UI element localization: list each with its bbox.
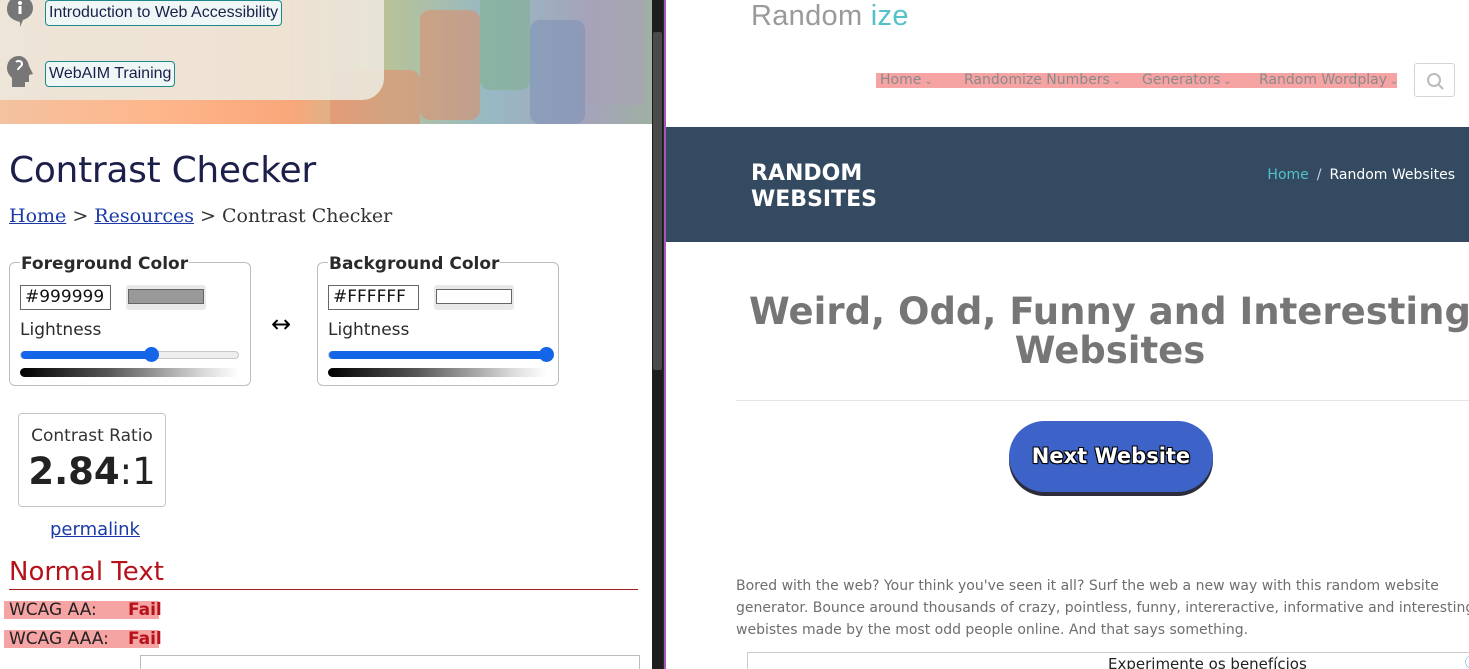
page-title: Contrast Checker [9, 150, 316, 191]
chevron-down-icon: ⌄ [1112, 76, 1122, 87]
breadcrumb-separator: > [72, 205, 89, 227]
slider-fill [21, 351, 152, 359]
site-logo[interactable]: Random ize [751, 0, 909, 33]
randomize-site-pane: Random ize Home ⌄ Randomize Numbers ⌄ Gene… [666, 0, 1469, 669]
chevron-down-icon: ⌄ [1390, 76, 1399, 87]
main-nav: Home ⌄ Randomize Numbers ⌄ Generators ⌄ Ran… [876, 72, 1398, 88]
info-icon [7, 0, 33, 27]
scrollbar-thumb[interactable] [653, 32, 662, 370]
ad-text: Experimente os benefícios [1108, 655, 1307, 669]
contrast-ratio-value: 2.84:1 [28, 450, 156, 493]
slider-handle[interactable] [144, 347, 160, 362]
intro-accessibility-link[interactable]: Introduction to Web Accessibility [45, 0, 283, 26]
breadcrumb-resources-link[interactable]: Resources [94, 205, 194, 227]
divider-line [736, 400, 1469, 401]
background-legend: Background Color [328, 254, 501, 274]
foreground-legend: Foreground Color [20, 254, 190, 274]
breadcrumb-home-link[interactable]: Home [1267, 167, 1308, 183]
contrast-ratio-label: Contrast Ratio [31, 426, 153, 446]
breadcrumb: Home > Resources > Contrast Checker [9, 205, 392, 227]
slider-handle[interactable] [539, 347, 554, 362]
foreground-lightness-slider[interactable] [20, 347, 239, 362]
background-hex-input[interactable]: #FFFFFF [328, 285, 419, 310]
chevron-down-icon: ⌄ [1223, 76, 1232, 87]
page-hero: RANDOM WEBSITES Home / Random Websites [666, 127, 1469, 242]
ad-banner[interactable]: Experimente os benefícios ⓘ ✕ [747, 652, 1469, 669]
sample-text-box[interactable] [140, 655, 640, 669]
nav-item-randomize-numbers[interactable]: Randomize Numbers ⌄ [964, 72, 1121, 88]
contrast-ratio-box: Contrast Ratio 2.84:1 [18, 413, 166, 507]
breadcrumb: Home / Random Websites [1267, 167, 1455, 183]
normal-text-heading: Normal Text [9, 556, 638, 590]
breadcrumb-current: Contrast Checker [222, 205, 393, 227]
background-lightness-label: Lightness [328, 320, 410, 340]
contrast-checker-pane: Introduction to Web Accessibility WebAIM… [0, 0, 652, 669]
breadcrumb-home-link[interactable]: Home [9, 205, 66, 227]
background-color-picker[interactable] [434, 285, 514, 310]
background-swatch [436, 289, 512, 304]
scrollbar[interactable] [652, 0, 663, 669]
lightness-gradient [328, 368, 547, 377]
nav-item-random-wordplay[interactable]: Random Wordplay ⌄ [1259, 72, 1398, 88]
search-icon [1427, 73, 1444, 90]
chevron-down-icon: ⌄ [924, 76, 933, 87]
wcag-aaa-row: WCAG AAA: Fail [4, 629, 162, 649]
slider-fill [329, 351, 546, 359]
hero-title: RANDOM WEBSITES [751, 161, 877, 212]
swap-colors-icon[interactable]: ↔ [271, 310, 291, 338]
search-button[interactable] [1414, 63, 1455, 97]
head-icon [7, 56, 33, 87]
breadcrumb-separator: > [200, 205, 216, 227]
split-divider[interactable] [652, 0, 666, 669]
status-badge: Fail [128, 600, 162, 620]
foreground-color-group: Foreground Color #999999 Lightness [9, 254, 251, 386]
intro-paragraph: Bored with the web? Your think you've se… [736, 578, 1469, 638]
foreground-color-picker[interactable] [126, 285, 206, 310]
header-banner: Introduction to Web Accessibility WebAIM… [0, 0, 652, 124]
foreground-lightness-label: Lightness [20, 320, 102, 340]
permalink-link[interactable]: permalink [50, 519, 140, 540]
foreground-swatch [128, 289, 204, 304]
status-badge: Fail [128, 629, 162, 649]
nav-item-generators[interactable]: Generators ⌄ [1142, 72, 1232, 88]
next-website-button[interactable]: Next Website [1009, 421, 1213, 492]
nav-item-home[interactable]: Home ⌄ [880, 72, 933, 88]
foreground-hex-input[interactable]: #999999 [20, 285, 111, 310]
webaim-training-link[interactable]: WebAIM Training [45, 61, 176, 87]
lightness-gradient [20, 368, 239, 377]
background-lightness-slider[interactable] [328, 347, 554, 362]
ad-close-icon[interactable]: ⓘ ✕ [1465, 652, 1469, 669]
background-color-group: Background Color #FFFFFF Lightness [317, 254, 559, 386]
main-heading: Weird, Odd, Funny and Interesting Websit… [749, 290, 1469, 372]
wcag-aa-row: WCAG AA: Fail [4, 600, 162, 620]
breadcrumb-current: Random Websites [1329, 167, 1455, 183]
